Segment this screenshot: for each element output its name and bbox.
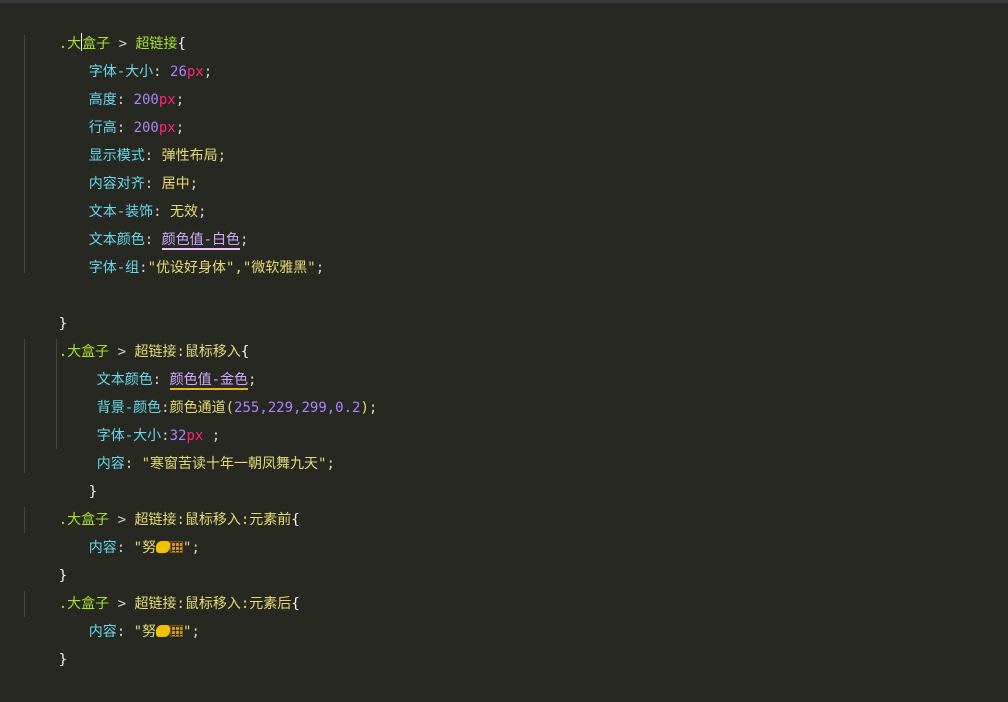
property: 内容 xyxy=(88,624,117,640)
flexed-biceps-icon xyxy=(156,625,171,637)
code-line[interactable]: } xyxy=(25,282,67,332)
code-line[interactable]: 文本-装饰: 无效; xyxy=(55,170,207,220)
code-line[interactable]: 内容对齐: 居中; xyxy=(55,142,198,192)
string-value: "寒窗苦读十年一朝凤舞九天" xyxy=(141,456,327,472)
string-value: "努 xyxy=(133,540,157,556)
semicolon: ; xyxy=(191,624,200,640)
code-line[interactable]: 字体-大小: 26px; xyxy=(55,30,212,80)
number-value: 255,229,299,0.2 xyxy=(234,400,361,416)
code-line[interactable]: 文本颜色: 颜色值-金色; xyxy=(63,338,256,390)
code-line[interactable]: .大盒子 > 超链接{ xyxy=(25,2,186,52)
property: 内容 xyxy=(88,540,117,556)
code-line[interactable]: 字体-大小:32px ; xyxy=(63,394,220,444)
code-line[interactable]: 内容: "寒窗苦读十年一朝凤舞九天"; xyxy=(63,422,335,472)
separator: : xyxy=(116,624,134,640)
abacus-icon xyxy=(170,625,184,637)
semicolon: ; xyxy=(203,64,213,80)
semicolon: ; xyxy=(368,400,378,416)
code-line[interactable]: .大盒子 > 超链接:鼠标移入:元素前{ xyxy=(25,478,300,528)
function-close: ) xyxy=(360,400,369,416)
separator: : xyxy=(116,540,134,556)
code-line[interactable]: 背景-颜色:颜色通道(255,229,299,0.2); xyxy=(63,366,378,416)
semicolon: ; xyxy=(217,148,227,164)
property: 字体-组 xyxy=(88,260,140,276)
code-line[interactable]: 内容: "努 "; xyxy=(55,590,200,640)
semicolon: ; xyxy=(191,540,200,556)
code-line[interactable]: } xyxy=(25,618,67,668)
separator: : xyxy=(124,456,142,472)
code-line[interactable]: 字体-组:"优设好身体","微软雅黑"; xyxy=(55,226,324,276)
separator: : xyxy=(139,260,148,276)
semicolon: ; xyxy=(326,456,335,472)
code-line[interactable]: } xyxy=(25,534,67,584)
string-value: "努 xyxy=(133,624,157,640)
code-line[interactable]: 内容: "努 "; xyxy=(55,506,200,556)
flexed-biceps-icon xyxy=(156,541,171,553)
code-line[interactable]: 行高: 200px; xyxy=(55,86,184,136)
code-line[interactable]: 文本颜色: 颜色值-白色; xyxy=(55,198,248,250)
code-line[interactable]: } xyxy=(55,450,97,500)
unit: px xyxy=(186,64,204,80)
code-line[interactable]: 高度: 200px; xyxy=(55,58,184,108)
open-brace: { xyxy=(291,596,300,612)
code-line[interactable]: 显示模式: 弹性布局; xyxy=(55,114,226,164)
property: 内容 xyxy=(96,456,125,472)
open-brace: { xyxy=(291,512,300,528)
string-value: "优设好身体","微软雅黑" xyxy=(147,260,316,276)
code-line[interactable]: .大盒子 > 超链接:鼠标移入{ xyxy=(25,310,250,360)
semicolon: ; xyxy=(315,260,325,276)
close-brace: } xyxy=(58,652,68,668)
abacus-icon xyxy=(170,541,184,553)
code-editor[interactable]: .大盒子 > 超链接{ 字体-大小: 26px; 高度: 200px; 行高: … xyxy=(0,0,1008,668)
code-line[interactable]: .大盒子 > 超链接:鼠标移入:元素后{ xyxy=(25,562,300,612)
